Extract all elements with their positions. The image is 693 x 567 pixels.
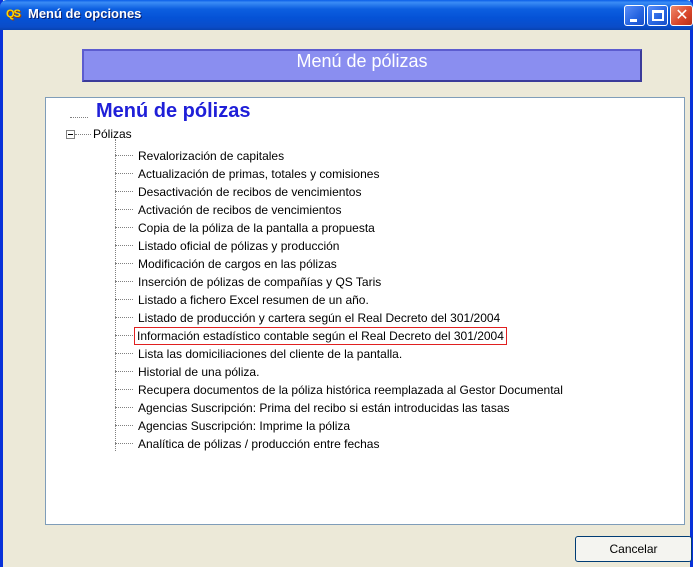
close-icon: ✕ [675,5,689,24]
tree-connector [75,134,91,135]
minimize-button[interactable] [624,5,645,26]
tree-connector [115,263,133,264]
menu-tree[interactable]: Menú de pólizas Pólizas Revalorización d… [45,97,685,525]
tree-item-label[interactable]: Recupera documentos de la póliza históri… [136,382,565,398]
app-logo-icon: QS [6,8,21,20]
tree-item-label[interactable]: Copia de la póliza de la pantalla a prop… [136,220,377,236]
tree-connector [115,191,133,192]
tree-connector [115,335,133,336]
window-title: Menú de opciones [28,6,142,21]
tree-connector [115,209,133,210]
options-window: QS Menú de opciones ✕ Menú de pólizas Me… [0,0,693,567]
tree-connector [115,299,133,300]
tree-connector [115,317,133,318]
title-bar[interactable]: QS Menú de opciones ✕ [0,0,693,30]
tree-item-label[interactable]: Modificación de cargos en las pólizas [136,256,339,272]
tree-connector [115,173,133,174]
tree-item-label[interactable]: Actualización de primas, totales y comis… [136,166,381,182]
tree-connector [70,117,88,118]
tree-item-label[interactable]: Listado de producción y cartera según el… [136,310,502,326]
tree-connector [115,389,133,390]
tree-item-label[interactable]: Listado a fichero Excel resumen de un añ… [136,292,371,308]
maximize-icon [652,10,664,21]
tree-item-label[interactable]: Activación de recibos de vencimientos [136,202,343,218]
tree-item-label[interactable]: Inserción de pólizas de compañías y QS T… [136,274,383,290]
menu-banner: Menú de pólizas [82,49,642,82]
tree-item-label[interactable]: Analítica de pólizas / producción entre … [136,436,381,452]
tree-connector [115,155,133,156]
tree-connector [115,245,133,246]
tree-item-label[interactable]: Revalorización de capitales [136,148,286,164]
tree-connector [115,353,133,354]
tree-connector [115,407,133,408]
banner-title: Menú de pólizas [296,51,428,71]
tree-item-label[interactable]: Listado oficial de pólizas y producción [136,238,341,254]
tree-item-label[interactable]: Lista las domiciliaciones del cliente de… [136,346,404,362]
minimize-icon [630,19,637,22]
collapse-icon[interactable] [66,130,75,139]
tree-item-label[interactable]: Agencias Suscripción: Imprime la póliza [136,418,352,434]
tree-connector [115,443,133,444]
tree-item-label[interactable]: Información estadístico contable según e… [134,327,507,345]
tree-node-polizas[interactable]: Pólizas [93,127,132,141]
tree-item-label[interactable]: Agencias Suscripción: Prima del recibo s… [136,400,512,416]
maximize-button[interactable] [647,5,668,26]
cancel-button[interactable]: Cancelar [575,536,692,562]
tree-item-label[interactable]: Desactivación de recibos de vencimientos [136,184,363,200]
close-button[interactable]: ✕ [670,5,693,26]
tree-root-label[interactable]: Menú de pólizas [96,100,250,123]
tree-connector [115,281,133,282]
tree-connector [115,371,133,372]
tree-connector [115,227,133,228]
tree-connector [115,139,116,451]
tree-connector [115,425,133,426]
tree-item-label[interactable]: Historial de una póliza. [136,364,261,380]
